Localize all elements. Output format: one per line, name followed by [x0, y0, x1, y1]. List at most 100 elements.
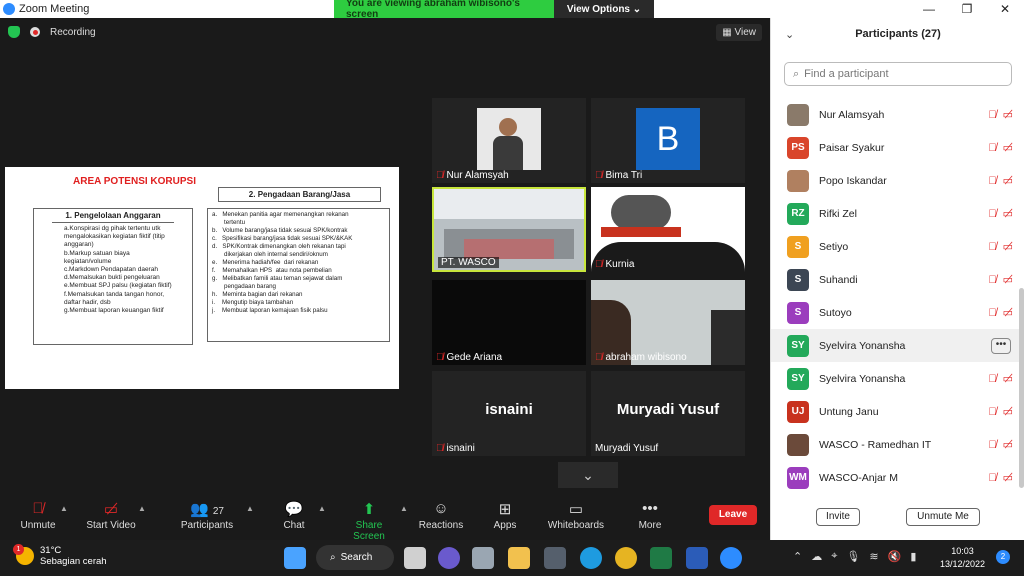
weather-badge: 1: [13, 544, 24, 555]
scroll-tiles-down-button[interactable]: ⌄: [558, 462, 618, 488]
word-icon[interactable]: [686, 547, 708, 569]
participant-video: [477, 108, 541, 170]
more-button[interactable]: ••• More: [636, 500, 664, 531]
mic-off-icon: 🎙̸: [436, 352, 444, 363]
mic-off-icon: 🎙̸: [988, 141, 997, 154]
participants-toolbar-icon: 👥 27: [178, 500, 236, 520]
close-button[interactable]: ✕: [986, 0, 1024, 18]
participant-name: Syelvira Yonansha: [819, 339, 906, 352]
box1-title: 1. Pengelolaan Anggaran: [52, 209, 174, 223]
edge-browser-icon[interactable]: [580, 547, 602, 569]
tile-name-label: Muryadi Yusuf: [595, 443, 659, 454]
taskbar-clock[interactable]: 10:03 13/12/2022: [940, 545, 985, 571]
avatar: S: [787, 301, 809, 324]
tray-location-icon[interactable]: ⌖: [831, 550, 837, 563]
notification-badge[interactable]: 2: [996, 550, 1010, 564]
avatar: RZ: [787, 202, 809, 225]
leave-button[interactable]: Leave: [709, 505, 757, 525]
video-off-icon: ▭̸: [1002, 307, 1013, 319]
participant-row[interactable]: S Sutoyo 🎙̸ ▭̸: [771, 296, 1019, 329]
file-explorer-icon[interactable]: [508, 547, 530, 569]
tile-name: 🎙̸ Nur Alamsyah: [436, 170, 509, 181]
zoom-taskbar-icon[interactable]: [720, 547, 742, 569]
participant-row[interactable]: S Suhandi 🎙̸ ▭̸: [771, 263, 1019, 296]
chrome-browser-icon[interactable]: [615, 547, 637, 569]
restore-button[interactable]: ❐: [948, 0, 986, 18]
weather-widget[interactable]: 1 31°C Sebagian cerah: [13, 544, 107, 567]
tile-big-name: Muryadi Yusuf: [616, 401, 720, 418]
participant-row[interactable]: Popo Iskandar 🎙̸ ▭̸: [771, 164, 1019, 197]
participant-search-input[interactable]: ⌕ Find a participant: [784, 62, 1012, 86]
minimize-button[interactable]: —: [910, 0, 948, 18]
apps-button[interactable]: ⊞ Apps: [492, 500, 518, 531]
whiteboards-button[interactable]: ▭ Whiteboards: [546, 500, 606, 531]
box1-item: g.Membuat laporan keuangan fiktif: [64, 307, 164, 315]
video-tile-abraham-wibisono[interactable]: 🎙̸ abraham wibisono: [591, 280, 745, 365]
tray-mic-icon[interactable]: 🎙: [846, 550, 860, 563]
video-tile-muryadi-yusuf[interactable]: Muryadi Yusuf Muryadi Yusuf: [591, 371, 745, 456]
video-tile-pt-wasco[interactable]: PT. WASCO: [432, 187, 586, 272]
video-tile-isnaini[interactable]: isnaini 🎙̸ isnaini: [432, 371, 586, 456]
volume-muted-icon[interactable]: 🔇: [888, 550, 902, 563]
security-shield-icon[interactable]: [8, 26, 20, 38]
video-tile-kurnia[interactable]: 🎙̸ Kurnia: [591, 187, 745, 272]
mic-muted-icon: 🎙̸: [32, 500, 44, 517]
unmute-me-button[interactable]: Unmute Me: [906, 508, 980, 526]
tray-cloud-icon[interactable]: ☁: [811, 550, 822, 563]
meeting-toolbar: 🎙̸ Unmute ▲ ▭̸ Start Video ▲ 👥 27 Partic…: [0, 496, 770, 542]
participant-row[interactable]: RZ Rifki Zel 🎙̸ ▭̸: [771, 197, 1019, 230]
video-tile-bima-tri[interactable]: B 🎙̸ Bima Tri: [591, 98, 745, 183]
participant-row[interactable]: S Setiyo 🎙̸ ▭̸: [771, 230, 1019, 263]
camera-icon[interactable]: [472, 547, 494, 569]
invite-button[interactable]: Invite: [816, 508, 860, 526]
start-video-button[interactable]: ▭̸ Start Video: [84, 500, 138, 531]
share-screen-button[interactable]: ⬆ Share Screen: [340, 500, 398, 542]
share-options-caret[interactable]: ▲: [400, 504, 408, 513]
avatar: WM: [787, 466, 809, 489]
mic-off-icon: 🎙̸: [988, 273, 997, 286]
excel-icon[interactable]: [650, 547, 672, 569]
participant-more-button[interactable]: •••: [991, 337, 1011, 354]
start-windows-icon[interactable]: [284, 547, 306, 569]
clock-date: 13/12/2022: [940, 559, 986, 569]
view-options-button[interactable]: View Options ⌄: [554, 0, 654, 18]
box2-pengadaan: a. Menekan panitia agar memenangkan reka…: [207, 208, 390, 342]
video-options-caret[interactable]: ▲: [138, 504, 146, 513]
participant-row[interactable]: Nur Alamsyah 🎙̸ ▭̸: [771, 98, 1019, 131]
box2-item: g. Melibatkan famili atau teman sejawat …: [212, 275, 343, 282]
participants-options-caret[interactable]: ▲: [246, 504, 254, 513]
participant-name: Rifki Zel: [819, 207, 857, 220]
wifi-icon[interactable]: ≋: [869, 550, 878, 563]
box2-item: dikerjakan oleh internal sendiri/oknum: [212, 251, 328, 258]
people-icon: 👥: [190, 501, 209, 518]
view-button[interactable]: ▦ View: [716, 24, 762, 41]
mic-off-icon: 🎙̸: [988, 240, 997, 253]
unmute-label: Unmute: [20, 520, 56, 531]
tray-chevron-up-icon[interactable]: ⌃: [793, 550, 802, 563]
chat-options-caret[interactable]: ▲: [318, 504, 326, 513]
participant-list-scrollbar[interactable]: [1019, 288, 1024, 488]
temperature: 31°C: [40, 545, 62, 556]
teams-chat-icon[interactable]: [438, 547, 460, 569]
unmute-button[interactable]: 🎙̸ Unmute: [18, 500, 58, 531]
participant-name: Untung Janu: [819, 405, 879, 418]
taskbar-search[interactable]: ⌕ Search: [316, 545, 394, 570]
participant-row[interactable]: UJ Untung Janu 🎙̸ ▭̸: [771, 395, 1019, 428]
chat-button[interactable]: 💬 Chat: [280, 500, 308, 531]
audio-options-caret[interactable]: ▲: [60, 504, 68, 513]
participant-row[interactable]: SY Syelvira Yonansha 🎙̸ ▭̸: [771, 362, 1019, 395]
participant-row[interactable]: WASCO - Ramedhan IT 🎙̸ ▭̸: [771, 428, 1019, 461]
battery-icon[interactable]: ▮: [910, 550, 916, 563]
task-view-icon[interactable]: [404, 547, 426, 569]
video-tile-nur-alamsyah[interactable]: 🎙̸ Nur Alamsyah: [432, 98, 586, 183]
participant-row[interactable]: SY Syelvira Yonansha •••: [771, 329, 1019, 362]
participant-row[interactable]: PS Paisar Syakur 🎙̸ ▭̸: [771, 131, 1019, 164]
participants-button[interactable]: 👥 27 Participants: [178, 500, 236, 531]
video-tile-gede-ariana[interactable]: 🎙̸ Gede Ariana: [432, 280, 586, 365]
chevron-down-icon: ⌄: [582, 467, 594, 483]
participant-name: WASCO - Ramedhan IT: [819, 438, 932, 451]
calculator-icon[interactable]: [544, 547, 566, 569]
reactions-button[interactable]: ☺ Reactions: [418, 500, 464, 531]
participant-row[interactable]: WM WASCO-Anjar M 🎙̸ ▭̸: [771, 461, 1019, 494]
box2-item: d. SPK/Kontrak dimenangkan oleh rekanan …: [212, 243, 346, 250]
